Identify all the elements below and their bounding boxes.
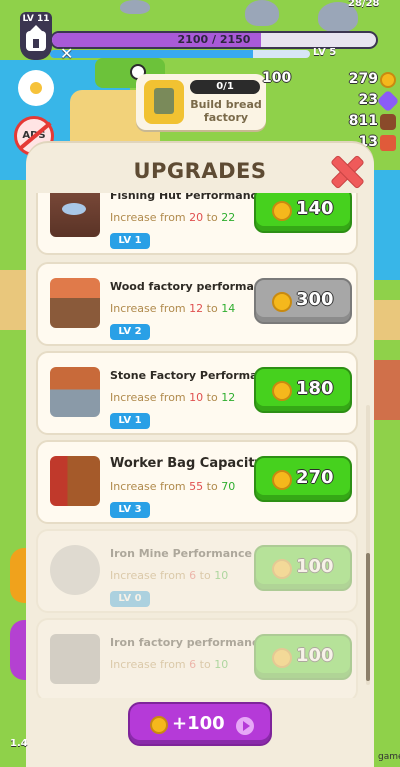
quest-title: Build bread factory — [190, 98, 262, 124]
bread-factory-icon — [144, 80, 184, 124]
coin-icon — [272, 292, 292, 312]
flower-icon — [22, 74, 50, 102]
no-ads-label: ADS — [22, 130, 46, 141]
upgrade-title: Fishing Hut Performance — [110, 193, 265, 202]
rock — [245, 0, 279, 26]
upgrade-title: Iron Mine Performance — [110, 547, 252, 560]
upgrade-title: Iron factory performance — [110, 636, 266, 649]
gem-count: 23 — [358, 92, 378, 108]
road — [372, 300, 400, 340]
xp-text: 2100 / 2150 — [177, 33, 251, 46]
upgrade-price: 180 — [296, 378, 334, 399]
upgrade-increase: Increase from 6 to 10 — [110, 658, 229, 671]
home-level-badge[interactable]: LV 11 — [20, 12, 52, 60]
upgrades-panel: UPGRADES Fishing Hut Performance Increas… — [26, 143, 374, 767]
play-icon — [236, 717, 254, 735]
upgrade-price: 100 — [296, 645, 334, 666]
scrollbar-thumb[interactable] — [366, 553, 370, 681]
upgrade-card-stone-factory: Stone Factory Performance Increase from … — [36, 351, 358, 435]
iron-factory-icon — [50, 634, 100, 684]
brick-icon — [380, 135, 396, 151]
upgrade-card-fishing-hut: Fishing Hut Performance Increase from 20… — [36, 193, 358, 255]
coin-icon — [272, 201, 292, 221]
upgrade-increase: Increase from 10 to 12 — [110, 391, 236, 404]
fishing-hut-icon — [50, 193, 100, 237]
resource-100: 100 — [262, 70, 292, 86]
secondary-progress-bar — [50, 50, 310, 58]
upgrade-list[interactable]: Fishing Hut Performance Increase from 20… — [36, 193, 358, 698]
upgrade-level: LV 1 — [110, 233, 150, 249]
coin-icon — [272, 381, 292, 401]
worker-bag-icon — [50, 456, 100, 506]
upgrade-increase: Increase from 20 to 22 — [110, 211, 236, 224]
player-level: LV 11 — [22, 14, 50, 24]
buy-upgrade-button: 100 — [254, 545, 352, 591]
upgrade-level: LV 3 — [110, 502, 150, 518]
buy-upgrade-button[interactable]: 300 — [254, 278, 352, 324]
upgrade-title: Wood factory performance — [110, 280, 276, 293]
coin-icon — [272, 470, 292, 490]
watch-ad-reward-button[interactable]: +100 — [128, 702, 272, 746]
coin-count: 279 — [348, 71, 378, 87]
upgrade-card-iron-factory: Iron factory performance Increase from 6… — [36, 618, 358, 698]
wood-factory-icon — [50, 278, 100, 328]
next-level-label: LV 5 — [313, 47, 337, 58]
upgrade-level: LV 0 — [110, 591, 150, 607]
buy-upgrade-button[interactable]: 140 — [254, 193, 352, 233]
coin-icon — [272, 648, 292, 668]
wood-log-icon — [380, 114, 396, 130]
quest-card[interactable]: 0/1 Build bread factory — [136, 74, 266, 130]
close-icon[interactable] — [330, 155, 362, 187]
rock — [120, 0, 150, 14]
coin-icon — [150, 716, 168, 734]
upgrade-level: LV 2 — [110, 324, 150, 340]
coin-icon — [380, 72, 396, 88]
buy-upgrade-button[interactable]: 270 — [254, 456, 352, 502]
upgrade-price: 300 — [296, 289, 334, 310]
secondary-progress-fill — [50, 50, 253, 58]
buy-upgrade-button: 100 — [254, 634, 352, 680]
upgrade-increase: Increase from 55 to 70 — [110, 480, 236, 493]
quest-progress: 0/1 — [190, 80, 260, 94]
coin-icon — [272, 559, 292, 579]
upgrade-card-wood-factory: Wood factory performance Increase from 1… — [36, 262, 358, 346]
building-roof — [372, 360, 400, 420]
upgrade-increase: Increase from 12 to 14 — [110, 302, 236, 315]
upgrade-card-worker-bag: Worker Bag Capacity Increase from 55 to … — [36, 440, 358, 524]
panel-title: UPGRADES — [133, 159, 267, 183]
iron-mine-icon — [50, 545, 100, 595]
stone-factory-icon — [50, 367, 100, 417]
wood-count: 811 — [348, 113, 378, 129]
upgrade-price: 140 — [296, 198, 334, 219]
upgrade-card-iron-mine: Iron Mine Performance Increase from 6 to… — [36, 529, 358, 613]
side-counter: 1.4 — [10, 738, 28, 749]
upgrade-price: 270 — [296, 467, 334, 488]
upgrade-price: 100 — [296, 556, 334, 577]
reward-label: +100 — [172, 713, 225, 734]
upgrade-increase: Increase from 6 to 10 — [110, 569, 229, 582]
buy-upgrade-button[interactable]: 180 — [254, 367, 352, 413]
upgrade-title: Worker Bag Capacity — [110, 456, 264, 471]
upgrade-level: LV 1 — [110, 413, 150, 429]
home-icon — [26, 25, 46, 51]
watermark: game — [378, 752, 400, 762]
small-close-icon[interactable]: ✕ — [60, 44, 73, 63]
capacity-counter: 28/28 — [348, 0, 380, 9]
